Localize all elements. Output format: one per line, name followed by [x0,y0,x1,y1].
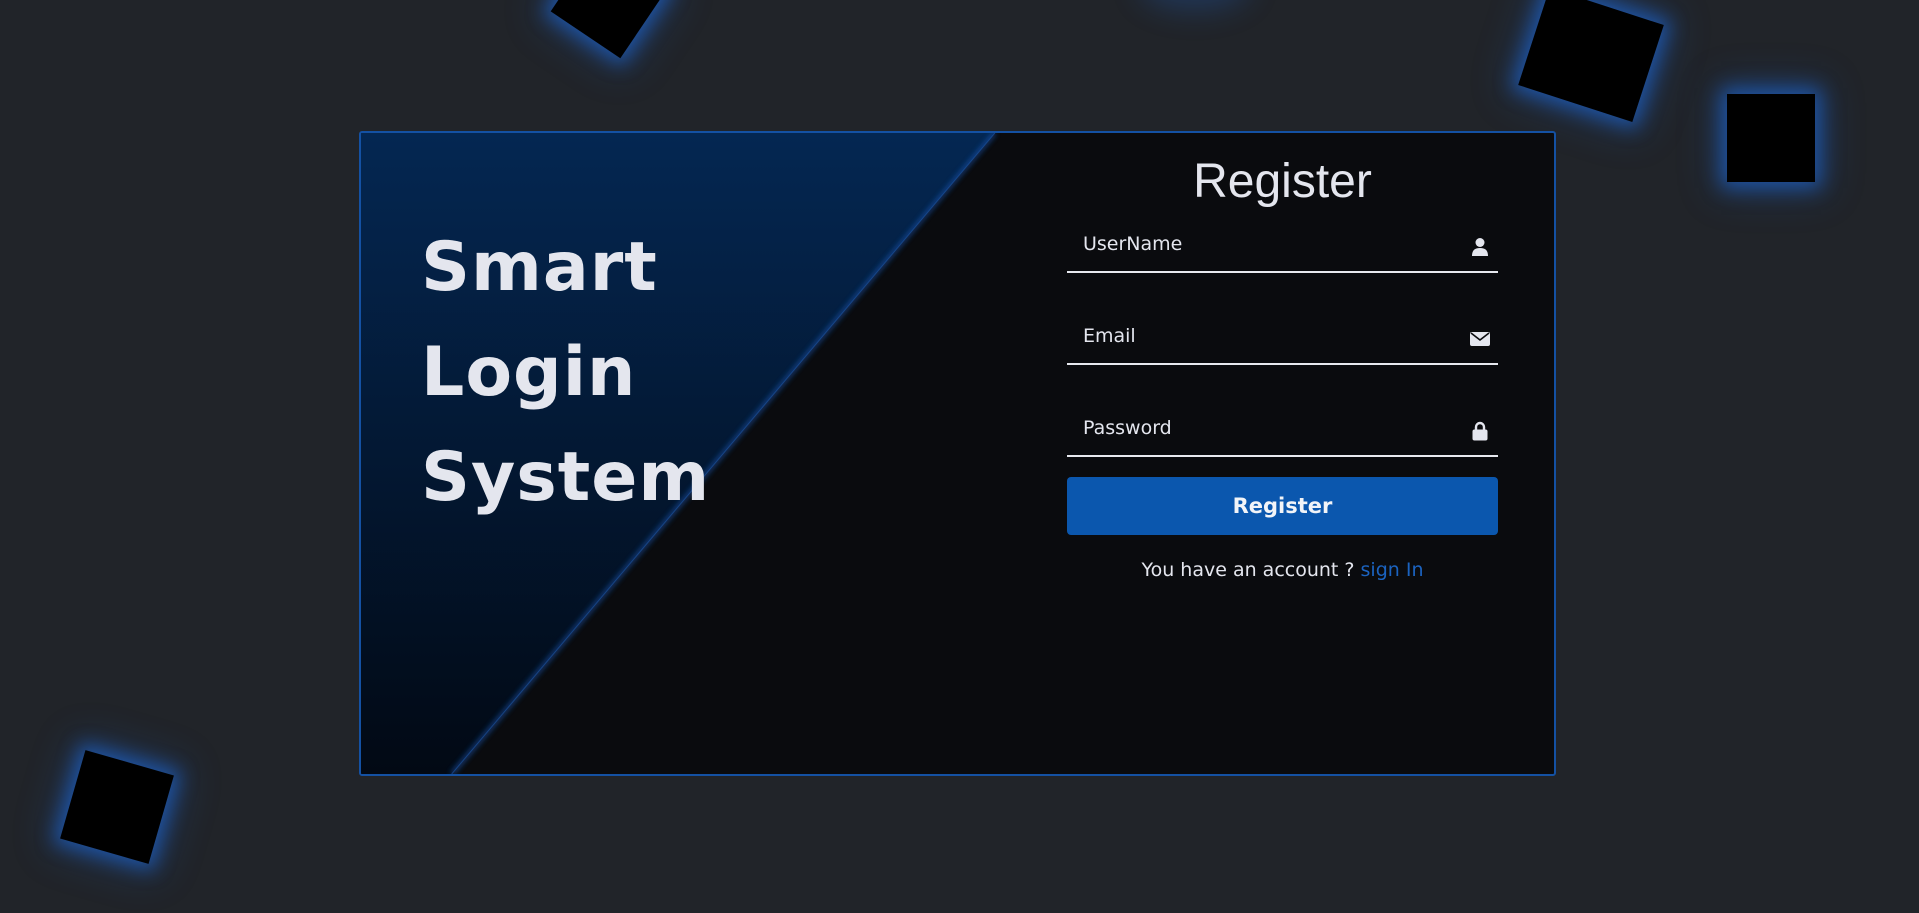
register-button[interactable]: Register [1067,477,1498,535]
username-field [1067,225,1498,273]
form-title: Register [1193,155,1372,208]
username-input[interactable] [1067,225,1498,271]
sign-in-prompt: You have an account ? sign In [1067,559,1498,581]
register-card: Smart Login System Register UserName Ema… [359,131,1556,776]
register-form: Register UserName Email Register You hav… [1067,155,1498,581]
password-field [1067,409,1498,457]
brand-line-2: Login [421,333,637,412]
decorative-square [1518,0,1664,123]
email-field [1067,317,1498,365]
decorative-square [550,0,668,59]
envelope-icon [1470,329,1490,349]
brand-title: Smart Login System [421,215,710,530]
password-input[interactable] [1067,409,1498,455]
email-input[interactable] [1067,317,1498,363]
lock-icon [1470,421,1490,441]
brand-line-1: Smart [421,228,658,307]
account-prompt-text: You have an account ? [1141,559,1355,581]
brand-line-3: System [421,438,711,517]
decorative-square [60,750,174,864]
sign-in-link[interactable]: sign In [1361,559,1424,581]
user-icon [1470,237,1490,257]
decorative-square [1727,94,1815,182]
